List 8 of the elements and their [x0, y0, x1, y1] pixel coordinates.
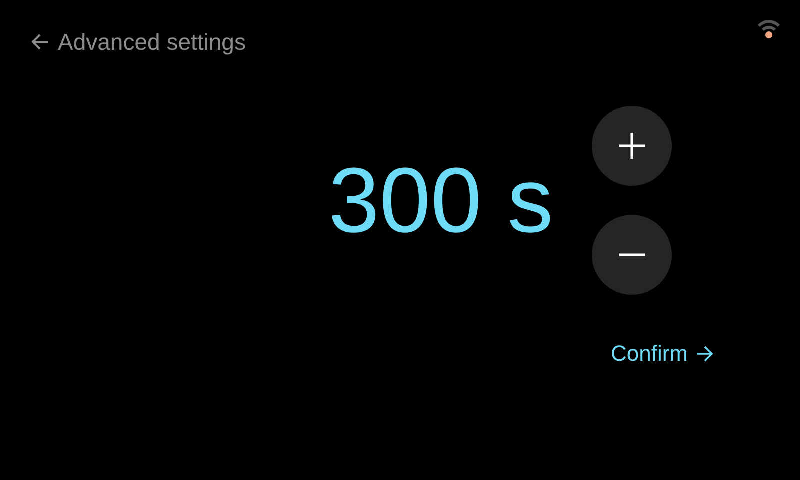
value-reading: 300 s — [328, 154, 554, 246]
right-arrow-icon — [696, 346, 714, 362]
back-arrow-icon — [30, 33, 50, 51]
back-button[interactable] — [30, 33, 50, 51]
minus-icon — [618, 253, 646, 257]
confirm-button[interactable]: Confirm — [610, 341, 714, 367]
page-title: Advanced settings — [58, 28, 246, 56]
plus-icon — [618, 132, 646, 160]
